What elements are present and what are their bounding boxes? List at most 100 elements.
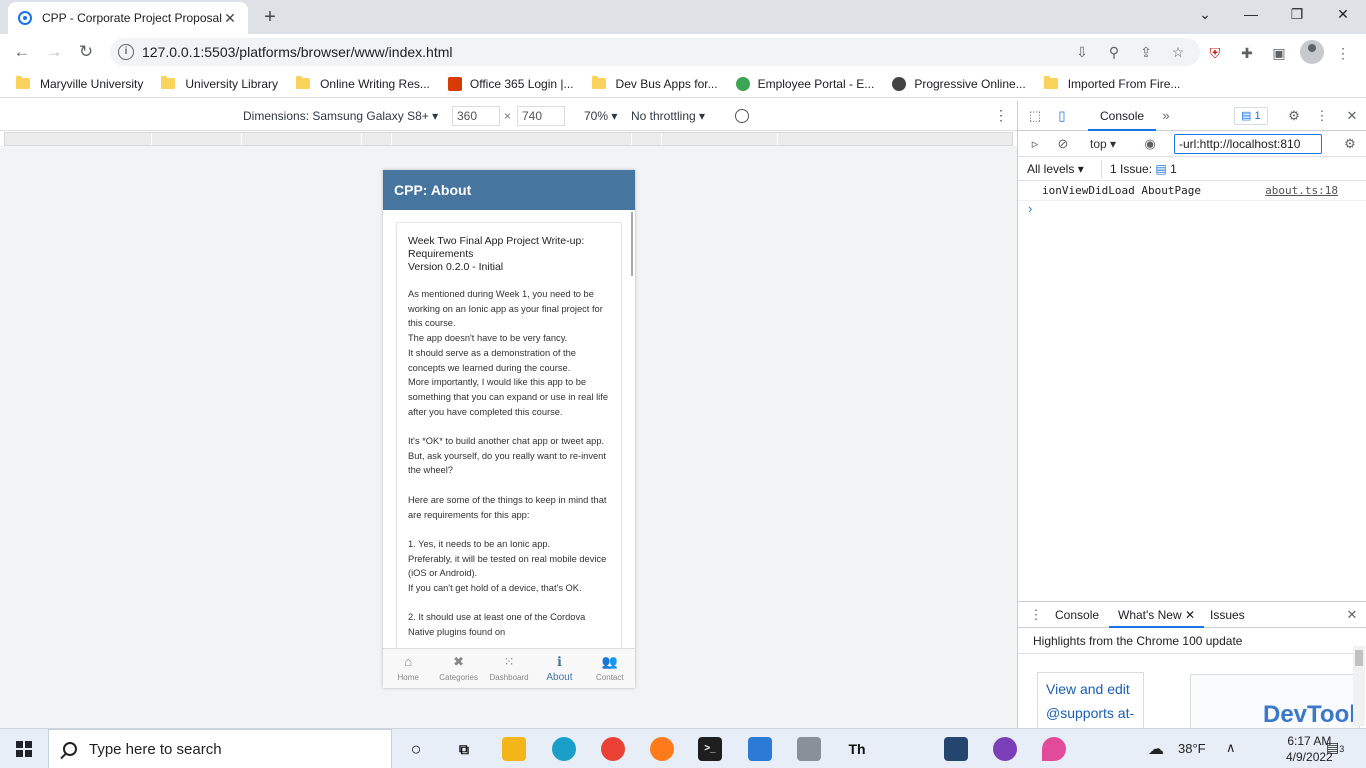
typora-icon[interactable]: Th	[845, 737, 869, 761]
bookmark-item[interactable]: Dev Bus Apps for...	[591, 76, 718, 91]
tab-dashboard[interactable]: ⁙ Dashboard	[484, 649, 534, 688]
devtools-drawer: ⋮ Console What's New ✕ Issues ✕ Highligh…	[1018, 601, 1366, 734]
profile-avatar[interactable]	[1300, 40, 1324, 64]
notification-center-icon[interactable]: ▤3	[1326, 739, 1344, 768]
log-levels-select[interactable]: All levels ▾	[1027, 162, 1084, 176]
whats-new-link-card[interactable]: View and edit @supports at-rules	[1037, 672, 1144, 732]
bookmark-star-icon[interactable]: ☆	[1168, 42, 1188, 62]
close-tab-icon[interactable]: ✕	[1185, 608, 1195, 622]
about-card: Week Two Final App Project Write-up: Req…	[396, 222, 622, 648]
extensions-puzzle-icon[interactable]: ✚	[1236, 42, 1258, 64]
device-height-input[interactable]: 740	[517, 106, 565, 126]
rotate-icon[interactable]	[735, 109, 749, 123]
log-source-link[interactable]: about.ts:18	[1265, 181, 1338, 201]
back-button[interactable]: ←	[10, 40, 34, 64]
windows-start-icon[interactable]	[16, 741, 32, 757]
bookmark-item[interactable]: Employee Portal - E...	[735, 76, 874, 91]
contacts-icon: 👥	[601, 654, 618, 669]
browser-menu-icon[interactable]: ⋮	[1332, 42, 1354, 64]
new-tab-button[interactable]: +	[258, 5, 282, 29]
restore-button[interactable]: ❐	[1274, 0, 1320, 30]
console-settings-icon[interactable]: ⚙	[1342, 136, 1358, 152]
app-icon[interactable]	[944, 737, 968, 761]
notification-count: 3	[1339, 744, 1345, 754]
drawer-scrollbar[interactable]	[1353, 646, 1365, 726]
device-width-input[interactable]: 360	[452, 106, 500, 126]
drawer-tab-whats-new[interactable]: What's New ✕	[1109, 602, 1205, 628]
tray-expand-icon[interactable]: ∧	[1226, 740, 1236, 768]
home-icon: ⌂	[404, 654, 413, 669]
vscode-icon[interactable]	[748, 737, 772, 761]
more-tabs-icon[interactable]: »	[1158, 108, 1174, 124]
throttling-select[interactable]: No throttling ▾	[631, 109, 705, 123]
zoom-icon[interactable]: ⚲	[1104, 42, 1124, 62]
weather-icon[interactable]: ☁	[1148, 739, 1176, 759]
share-icon[interactable]: ⇪	[1136, 42, 1156, 62]
bookmark-item[interactable]: Imported From Fire...	[1043, 76, 1180, 91]
bookmark-item[interactable]: Online Writing Res...	[296, 76, 430, 91]
minimize-button[interactable]: —	[1228, 0, 1274, 30]
cortana-icon[interactable]: ○	[404, 737, 428, 761]
device-toggle-icon[interactable]: ▯	[1054, 108, 1070, 124]
close-devtools-icon[interactable]: ✕	[1344, 108, 1360, 124]
messages-badge[interactable]: ▤ 1	[1234, 107, 1268, 125]
bookmark-item[interactable]: University Library	[161, 76, 278, 91]
weather-temp[interactable]: 38°F	[1178, 741, 1206, 768]
live-expression-eye-icon[interactable]: ◉	[1142, 136, 1158, 152]
paint-icon[interactable]	[1042, 737, 1066, 761]
console-filter-input[interactable]: -url:http://localhost:810	[1174, 134, 1322, 154]
sidebar-toggle-icon[interactable]: ▹	[1027, 136, 1043, 152]
tab-home[interactable]: ⌂ Home	[383, 649, 433, 688]
reload-button[interactable]: ↻	[74, 40, 98, 64]
tab-categories[interactable]: ✖ Categories	[433, 649, 483, 688]
tab-contact[interactable]: 👥 Contact	[585, 649, 635, 688]
media-query-ruler[interactable]	[4, 132, 1013, 146]
database-icon[interactable]	[797, 737, 821, 761]
folder-icon	[16, 76, 30, 89]
close-window-button[interactable]: ✕	[1320, 0, 1366, 30]
bookmark-label: Progressive Online...	[914, 76, 1026, 91]
device-more-icon[interactable]: ⋮	[994, 107, 1008, 124]
chrome-icon[interactable]	[601, 737, 625, 761]
forward-button[interactable]: →	[42, 40, 66, 64]
device-dimensions-select[interactable]: Dimensions: Samsung Galaxy S8+ ▾	[243, 109, 438, 123]
install-app-icon[interactable]: ⇩	[1072, 42, 1092, 62]
drawer-tab-label: What's New	[1118, 608, 1182, 622]
drawer-tab-console[interactable]: Console	[1046, 602, 1108, 628]
zoom-select[interactable]: 70% ▾	[584, 109, 617, 123]
side-panel-icon[interactable]: ▣	[1268, 42, 1290, 64]
tab-search-icon[interactable]: ⌄	[1182, 0, 1228, 30]
bookmark-item[interactable]: Office 365 Login |...	[447, 76, 574, 91]
drawer-menu-icon[interactable]: ⋮	[1028, 607, 1044, 623]
console-prompt[interactable]: ›	[1018, 201, 1366, 217]
extension-shield-icon[interactable]: ⛨	[1204, 42, 1226, 64]
bookmark-item[interactable]: Progressive Online...	[892, 76, 1026, 91]
address-bar[interactable]: i 127.0.0.1:5503/platforms/browser/www/i…	[110, 38, 1200, 66]
task-view-icon[interactable]: ⧉	[452, 737, 476, 761]
content-scrollbar[interactable]	[631, 212, 633, 276]
edge-icon[interactable]	[552, 737, 576, 761]
context-select[interactable]: top ▾	[1090, 137, 1116, 151]
issues-button[interactable]: 1 Issue: ▤ 1	[1101, 160, 1177, 178]
drawer-tab-issues[interactable]: Issues	[1201, 602, 1254, 628]
clear-console-icon[interactable]: ⊘	[1055, 136, 1071, 152]
issues-count: 1	[1170, 162, 1177, 176]
file-explorer-icon[interactable]	[502, 737, 526, 761]
tab-about[interactable]: ℹ About	[534, 649, 584, 688]
firefox-icon[interactable]	[650, 737, 674, 761]
app-content[interactable]: Week Two Final App Project Write-up: Req…	[383, 210, 635, 648]
settings-gear-icon[interactable]: ⚙	[1286, 108, 1302, 124]
bookmark-item[interactable]: Maryville University	[16, 76, 143, 91]
github-desktop-icon[interactable]	[993, 737, 1017, 761]
inspect-element-icon[interactable]: ⬚	[1027, 108, 1043, 124]
site-info-icon[interactable]: i	[118, 44, 134, 60]
taskbar-search-box[interactable]: Type here to search	[48, 729, 392, 768]
close-drawer-icon[interactable]: ✕	[1344, 607, 1360, 623]
browser-tab[interactable]: CPP - Corporate Project Proposal ✕	[8, 2, 248, 34]
devtools-menu-icon[interactable]: ⋮	[1314, 108, 1330, 124]
tab-console[interactable]: Console	[1088, 101, 1157, 131]
url-text[interactable]: 127.0.0.1:5503/platforms/browser/www/ind…	[142, 44, 1072, 60]
terminal-icon[interactable]: >_	[698, 737, 722, 761]
close-tab-icon[interactable]: ✕	[222, 10, 238, 26]
issues-label: 1 Issue:	[1110, 162, 1153, 176]
